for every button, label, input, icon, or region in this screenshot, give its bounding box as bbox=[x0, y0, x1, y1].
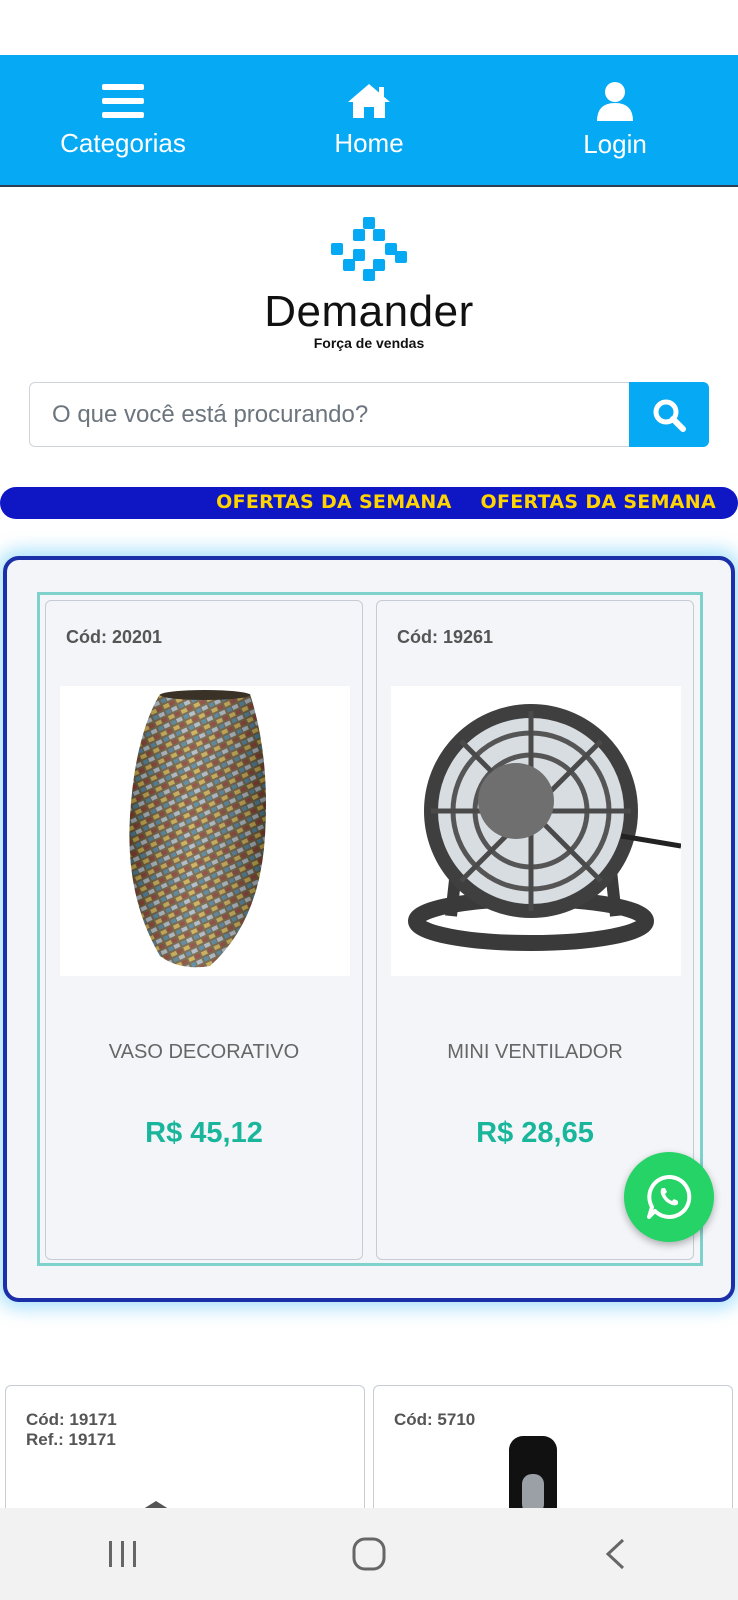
back-button[interactable] bbox=[555, 1519, 675, 1589]
nav-home-label: Home bbox=[334, 127, 404, 158]
home-circle-icon bbox=[352, 1537, 386, 1571]
nav-home[interactable]: Home bbox=[246, 55, 492, 185]
product-card[interactable]: Cód: 20201 VASO DECORATIVO R$ 45,12 bbox=[45, 600, 363, 1260]
product-card[interactable]: Cód: 19171 Ref.: 19171 bbox=[5, 1385, 365, 1525]
search-bar bbox=[29, 382, 709, 447]
offers-carousel: Cód: 20201 VASO DECORATIVO R$ 45,12 Cód:… bbox=[37, 592, 703, 1266]
nav-login-label: Login bbox=[583, 128, 647, 159]
top-navigation: Categorias Home Login bbox=[0, 55, 738, 187]
system-navigation-bar bbox=[0, 1508, 738, 1600]
product-name: MINI VENTILADOR bbox=[447, 1041, 623, 1063]
product-code: Cód: 5710 bbox=[394, 1410, 476, 1429]
brand-logo[interactable]: Demander Força de vendas bbox=[0, 215, 738, 351]
whatsapp-icon bbox=[647, 1174, 692, 1219]
home-icon bbox=[348, 83, 390, 118]
product-code: Cód: 20201 bbox=[66, 627, 163, 647]
product-price: R$ 28,65 bbox=[476, 1117, 594, 1149]
back-icon bbox=[605, 1538, 625, 1570]
product-card[interactable]: Cód: 5710 bbox=[373, 1385, 733, 1525]
ticker-item: OFERTAS DA SEMANA bbox=[480, 491, 716, 513]
brand-tagline: Força de vendas bbox=[313, 335, 425, 351]
product-code: Cód: 19171 Ref.: 19171 bbox=[26, 1410, 117, 1450]
nav-categorias[interactable]: Categorias bbox=[0, 55, 246, 185]
user-icon bbox=[597, 81, 633, 121]
product-code: Cód: 19261 bbox=[397, 627, 494, 647]
product-code-value: Cód: 19171 bbox=[26, 1410, 117, 1429]
ticker-text: OFERTAS DA SEMANA OFERTAS DA SEMANA bbox=[194, 491, 716, 513]
product-image-fan bbox=[391, 686, 682, 976]
whatsapp-button[interactable] bbox=[624, 1152, 714, 1242]
search-icon bbox=[653, 399, 686, 432]
brand-name: Demander bbox=[264, 287, 474, 336]
product-ref-value: Ref.: 19171 bbox=[26, 1430, 116, 1449]
product-name: VASO DECORATIVO bbox=[108, 1041, 300, 1063]
recent-apps-button[interactable] bbox=[63, 1519, 183, 1589]
search-input[interactable] bbox=[29, 382, 629, 447]
product-price: R$ 45,12 bbox=[145, 1117, 263, 1149]
menu-icon bbox=[102, 83, 144, 118]
nav-categorias-label: Categorias bbox=[60, 127, 186, 158]
nav-login[interactable]: Login bbox=[492, 55, 738, 185]
search-button[interactable] bbox=[629, 382, 709, 447]
home-button[interactable] bbox=[309, 1519, 429, 1589]
product-image-vase bbox=[60, 686, 350, 976]
logo-mark-icon bbox=[331, 217, 407, 281]
offers-ticker[interactable]: OFERTAS DA SEMANA OFERTAS DA SEMANA bbox=[0, 487, 738, 519]
page: Categorias Home Login Demander Força de … bbox=[0, 0, 738, 1600]
recent-apps-icon bbox=[109, 1541, 136, 1567]
ticker-item: OFERTAS DA SEMANA bbox=[216, 491, 452, 513]
